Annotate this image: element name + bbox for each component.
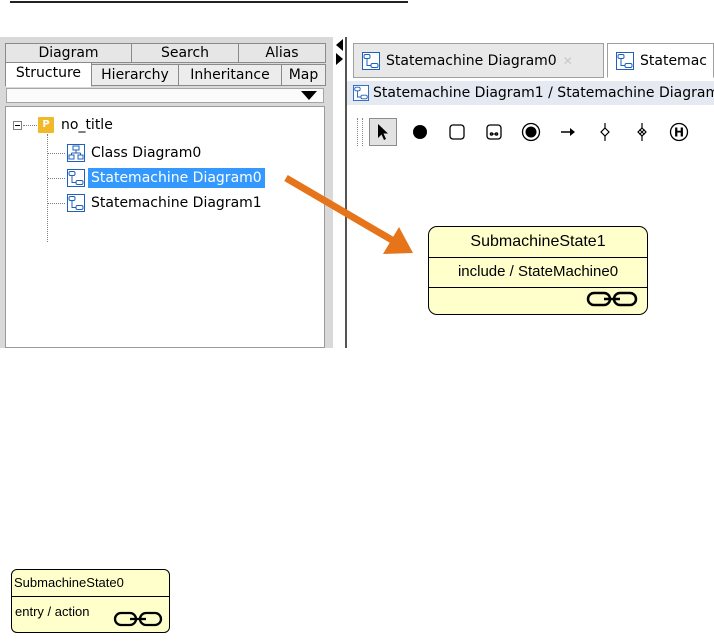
transition-tool-icon[interactable] bbox=[554, 118, 582, 146]
tab-label: Statemachine Diagram0 bbox=[386, 52, 557, 69]
diagram-toolbar: H bbox=[357, 114, 714, 150]
submachine-state-small[interactable]: SubmachineState0 entry / action bbox=[11, 569, 170, 633]
toolbar-grip[interactable] bbox=[357, 118, 363, 146]
statemachine-diagram-icon bbox=[616, 51, 634, 70]
statemachine-diagram-icon bbox=[362, 51, 380, 70]
collapse-left-icon[interactable] bbox=[336, 39, 343, 51]
statemachine-diagram-icon bbox=[67, 169, 85, 187]
state-action: include / StateMachine0 bbox=[429, 258, 647, 288]
project-view-panel: Diagram Search Alias Structure Hierarchy… bbox=[0, 37, 333, 348]
dropdown-arrow-icon[interactable] bbox=[301, 91, 317, 100]
tab-statemachine-diagram0[interactable]: Statemachine Diagram0 ✕ bbox=[353, 43, 604, 78]
tree-connector bbox=[48, 153, 65, 154]
tree-item-project[interactable]: P no_title bbox=[38, 115, 116, 135]
top-rule bbox=[10, 1, 408, 3]
tree-item-statemachine-diagram1[interactable]: Statemachine Diagram1 bbox=[67, 193, 265, 213]
tab-label: Statemac bbox=[640, 52, 707, 69]
expand-right-icon[interactable] bbox=[336, 53, 343, 65]
structure-tree: P no_title Class Diagram0 Statemachine D… bbox=[5, 106, 325, 348]
final-state-tool-icon[interactable] bbox=[517, 118, 545, 146]
submachine-link-icon bbox=[586, 291, 638, 307]
tab-structure[interactable]: Structure bbox=[5, 62, 92, 87]
panel-splitter[interactable] bbox=[333, 37, 345, 348]
tree-item-label: no_title bbox=[61, 117, 113, 133]
tree-item-label: Class Diagram0 bbox=[91, 145, 202, 161]
breadcrumb-text: Statemachine Diagram1 / Statemachine Dia… bbox=[373, 85, 714, 101]
state-name: SubmachineState0 bbox=[12, 570, 169, 597]
choice-tool-icon[interactable] bbox=[591, 118, 619, 146]
statemachine-diagram-icon bbox=[67, 194, 85, 212]
tab-alias[interactable]: Alias bbox=[238, 43, 326, 63]
tab-map[interactable]: Map bbox=[281, 64, 326, 86]
state-tool-icon[interactable] bbox=[443, 118, 471, 146]
project-icon: P bbox=[38, 117, 54, 133]
submachine-state-tool-icon[interactable] bbox=[480, 118, 508, 146]
initial-state-tool-icon[interactable] bbox=[406, 118, 434, 146]
editor-border bbox=[345, 37, 347, 348]
state-name: SubmachineState1 bbox=[429, 227, 647, 258]
tree-connector bbox=[47, 134, 48, 242]
tree-item-class-diagram[interactable]: Class Diagram0 bbox=[67, 143, 204, 163]
history-tool-icon[interactable]: H bbox=[665, 118, 693, 146]
tree-connector bbox=[48, 203, 65, 204]
statemachine-diagram-icon bbox=[353, 85, 369, 101]
close-tab-icon[interactable]: ✕ bbox=[563, 54, 573, 68]
tree-connector bbox=[23, 125, 37, 126]
tab-search[interactable]: Search bbox=[131, 43, 239, 63]
tab-inheritance[interactable]: Inheritance bbox=[178, 64, 282, 86]
history-letter: H bbox=[674, 126, 684, 140]
tree-item-statemachine-diagram0[interactable]: Statemachine Diagram0 bbox=[67, 168, 265, 188]
submachine-link-icon bbox=[113, 611, 163, 627]
tree-connector bbox=[48, 178, 65, 179]
submachine-state-large[interactable]: SubmachineState1 include / StateMachine0 bbox=[428, 226, 648, 315]
tree-item-label: Statemachine Diagram1 bbox=[91, 195, 262, 211]
diagram-breadcrumb: Statemachine Diagram1 / Statemachine Dia… bbox=[347, 81, 714, 105]
collapse-icon[interactable] bbox=[13, 121, 22, 130]
tab-diagram[interactable]: Diagram bbox=[5, 43, 132, 63]
tree-item-label: Statemachine Diagram0 bbox=[88, 168, 265, 188]
select-tool-icon[interactable] bbox=[369, 118, 397, 146]
junction-tool-icon[interactable] bbox=[628, 118, 656, 146]
tab-hierarchy[interactable]: Hierarchy bbox=[91, 64, 179, 86]
class-diagram-icon bbox=[67, 144, 85, 162]
tab-statemachine-diagram1[interactable]: Statemac bbox=[607, 43, 714, 78]
tab-menu-strip bbox=[6, 88, 324, 103]
